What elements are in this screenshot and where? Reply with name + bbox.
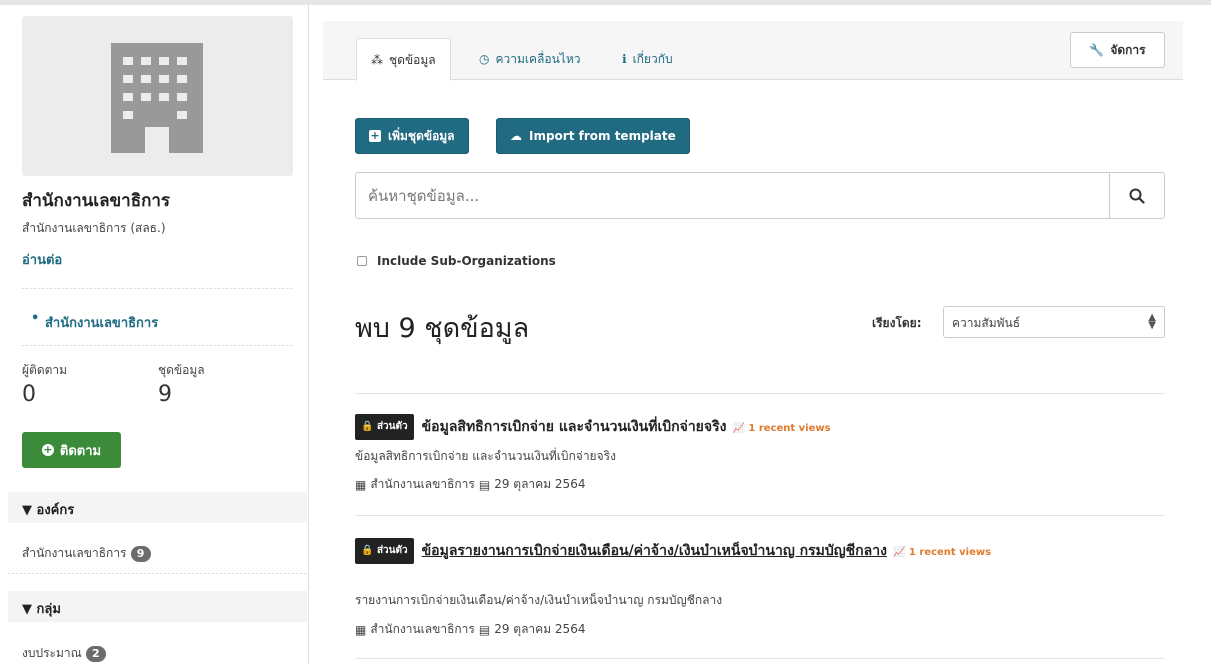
tab-label: เกี่ยวกับ (632, 51, 673, 66)
lock-icon: 🔒 (361, 421, 374, 432)
follow-button[interactable]: + ติดตาม (22, 432, 121, 468)
building-icon: ▦ (355, 477, 367, 492)
facet-item-label: งบประมาณ (22, 646, 82, 660)
tab-about[interactable]: ℹ เกี่ยวกับ (608, 38, 687, 80)
dataset-description: รายงานการเบิกจ่ายเงินเดือน/ค่าจ้าง/เงินบ… (355, 593, 723, 607)
wrench-icon: 🔧 (1089, 43, 1105, 57)
tab-datasets[interactable]: ⁂ ชุดข้อมูล (356, 38, 451, 81)
sort-select-value: ความสัมพันธ์ (952, 316, 1021, 330)
content-header: ⁂ ชุดข้อมูล ◷ ความเคลื่อนไหว ℹ เกี่ยวกับ… (323, 21, 1183, 81)
facet-heading-label: กลุ่ม (36, 602, 61, 617)
follow-button-label: ติดตาม (59, 443, 102, 459)
datasets-label: ชุดข้อมูล (158, 363, 205, 377)
divider (22, 288, 293, 289)
sort-select[interactable]: ความสัมพันธ์ ▲ ▼ (943, 306, 1165, 338)
dataset-meta: ▦ สำนักงานเลขาธิการ ▤ 29 ตุลาคม 2564 (355, 620, 585, 639)
org-title: สำนักงานเลขาธิการ (22, 191, 171, 211)
manage-button[interactable]: 🔧 จัดการ (1070, 32, 1165, 68)
filter-icon: ▼ (22, 602, 32, 617)
tab-label: ความเคลื่อนไหว (495, 51, 581, 66)
cloud-upload-icon: ☁ (510, 129, 522, 143)
dataset-date: 29 ตุลาคม 2564 (494, 622, 586, 636)
building-icon: ▦ (355, 622, 367, 637)
calendar-icon: ▤ (478, 477, 491, 492)
tab-label: ชุดข้อมูล (389, 52, 436, 67)
facet-item-group[interactable]: งบประมาณ 2 (22, 644, 106, 663)
dataset-description: ข้อมูลสิทธิการเบิกจ่าย และจำนวนเงินที่เบ… (355, 449, 616, 463)
search-icon (1129, 188, 1145, 204)
sort-label: เรียงโดย: (872, 316, 922, 330)
followers-label: ผู้ติดตาม (22, 363, 68, 377)
dataset-title-link[interactable]: ข้อมูลสิทธิการเบิกจ่าย และจำนวนเงินที่เบ… (422, 419, 727, 435)
org-image (22, 16, 293, 176)
manage-button-label: จัดการ (1110, 42, 1146, 57)
divider (22, 345, 293, 346)
sitemap-icon: ⁂ (371, 53, 383, 67)
result-count: พบ 9 ชุดข้อมูล (355, 313, 530, 344)
org-tree-item[interactable]: สำนักงานเลขาธิการ (31, 311, 158, 333)
count-badge: 9 (130, 545, 151, 562)
include-suborgs: Include Sub-Organizations (357, 254, 556, 268)
add-dataset-label: เพิ่มชุดข้อมูล (388, 128, 455, 143)
include-suborgs-label: Include Sub-Organizations (377, 254, 556, 268)
dataset-org: สำนักงานเลขาธิการ (370, 477, 475, 491)
chart-line-icon: 📈 (732, 423, 745, 434)
include-suborgs-checkbox[interactable] (357, 256, 367, 266)
facet-heading-group: ▼ กลุ่ม (8, 591, 307, 622)
recent-views: 📈 1 recent views (892, 547, 992, 558)
org-subtitle: สำนักงานเลขาธิการ (สลธ.) (22, 221, 166, 235)
private-badge: 🔒 ส่วนตัว (355, 538, 414, 564)
add-dataset-button[interactable]: + เพิ่มชุดข้อมูล (355, 118, 469, 154)
datasets-value: 9 (158, 382, 172, 407)
dataset-meta: ▦ สำนักงานเลขาธิการ ▤ 29 ตุลาคม 2564 (355, 475, 585, 494)
search-input[interactable] (356, 173, 1111, 218)
dataset-date: 29 ตุลาคม 2564 (494, 477, 586, 491)
count-badge: 2 (85, 645, 106, 662)
divider (355, 393, 1165, 394)
dataset-item: 🔒 ส่วนตัว ข้อมูลรายงานการเบิกจ่ายเงินเดือ… (355, 538, 1165, 564)
filter-icon: ▼ (22, 503, 32, 518)
facet-item-organization[interactable]: สำนักงานเลขาธิการ 9 (22, 544, 151, 563)
dataset-title-link[interactable]: ข้อมูลรายงานการเบิกจ่ายเงินเดือน/ค่าจ้าง… (422, 543, 887, 559)
building-icon (111, 43, 203, 153)
import-template-button[interactable]: ☁ Import from template (496, 118, 690, 154)
tab-activity[interactable]: ◷ ความเคลื่อนไหว (465, 38, 594, 80)
dataset-org: สำนักงานเลขาธิการ (370, 622, 475, 636)
dataset-item: 🔒 ส่วนตัว ข้อมูลสิทธิการเบิกจ่าย และจำนวน… (355, 414, 1165, 440)
vertical-divider (308, 5, 309, 664)
clock-icon: ◷ (479, 52, 490, 66)
facet-item-label: สำนักงานเลขาธิการ (22, 546, 127, 560)
plus-circle-icon: + (41, 443, 54, 456)
select-arrows-icon: ▲ ▼ (1148, 312, 1156, 331)
divider (355, 658, 1165, 659)
chart-line-icon: 📈 (892, 547, 906, 558)
datasets-stat: ชุดข้อมูล 9 (158, 361, 205, 407)
info-icon: ℹ (622, 52, 627, 66)
followers-value: 0 (22, 382, 36, 407)
calendar-icon: ▤ (478, 622, 491, 637)
search-box (355, 172, 1165, 219)
sidebar: สำนักงานเลขาธิการ สำนักงานเลขาธิการ (สลธ… (0, 5, 308, 664)
lock-icon: 🔒 (361, 545, 374, 556)
divider (8, 573, 307, 574)
followers-stat: ผู้ติดตาม 0 (22, 361, 67, 407)
facet-heading-label: องค์กร (36, 503, 75, 518)
plus-square-icon: + (369, 129, 381, 142)
search-button[interactable] (1109, 173, 1164, 218)
import-template-label: Import from template (529, 129, 676, 143)
divider (355, 515, 1165, 516)
read-more-link[interactable]: อ่านต่อ (22, 249, 62, 270)
recent-views: 📈 1 recent views (732, 423, 831, 434)
private-badge: 🔒 ส่วนตัว (355, 414, 414, 440)
facet-heading-organization: ▼ องค์กร (8, 492, 307, 523)
